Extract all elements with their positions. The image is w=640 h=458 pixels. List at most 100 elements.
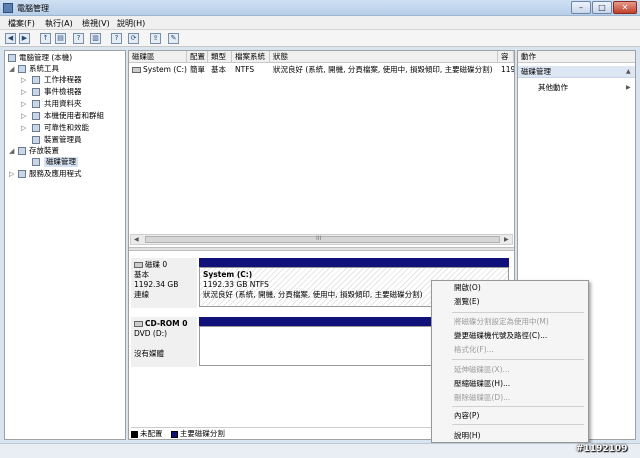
window-title: 電腦管理 [17,4,49,13]
tree-item-shared-folders[interactable]: 共用資料夾 [44,99,82,109]
forward-icon[interactable]: ▶ [19,33,30,44]
menu-item-explore[interactable]: 瀏覽(E) [454,297,480,307]
expand-icon[interactable]: ▷ [21,75,26,85]
menu-item-open[interactable]: 開啟(O) [454,283,481,293]
cdrom-drive: DVD (D:) [134,329,168,338]
back-icon[interactable]: ◀ [5,33,16,44]
column-capacity[interactable]: 容 [498,51,514,63]
settings-icon[interactable]: ✎ [168,33,179,44]
clock-icon [32,76,40,84]
expand-icon[interactable]: ▷ [21,99,26,109]
cdrom-label[interactable]: CD-ROM 0 DVD (D:) 沒有媒體 [131,317,197,367]
menu-item-extend[interactable]: 延伸磁碟區(X)... [454,365,510,375]
menu-item-format[interactable]: 格式化(F)... [454,345,494,355]
menu-separator [452,424,584,425]
actions-section-label: 磁碟管理 [521,67,551,76]
pane-splitter[interactable] [129,247,514,251]
tree-item-services[interactable]: 服務及應用程式 [29,169,82,179]
disk-0-label[interactable]: 磁碟 0 基本 1192.34 GB 連線 [131,258,197,308]
close-button[interactable]: ✕ [613,1,637,14]
tree-item-task-scheduler[interactable]: 工作排程器 [44,75,82,85]
tree-item-reliability[interactable]: 可靠性和效能 [44,123,89,133]
show-hide-tree-icon[interactable]: ▤ [55,33,66,44]
event-viewer-icon [32,88,40,96]
cd-drive-icon [134,321,143,327]
expand-icon[interactable]: ▷ [21,123,26,133]
tree-item-device-manager[interactable]: 裝置管理員 [44,135,82,145]
performance-icon [32,124,40,132]
menu-item-shrink[interactable]: 壓縮磁碟區(H)... [454,379,510,389]
menu-file[interactable]: 檔案(F) [8,18,35,29]
refresh-icon[interactable]: ⟳ [128,33,139,44]
tree-item-system-tools[interactable]: 系統工具 [29,64,59,74]
shared-folder-icon [32,100,40,108]
status-cell: 狀況良好 (系統, 開機, 分頁檔案, 使用中, 損毀傾印, 主要磁碟分割) [273,65,493,74]
disk-0-name: 磁碟 0 [145,260,168,269]
menu-item-properties[interactable]: 內容(P) [454,411,479,421]
help-topic-icon[interactable]: ? [111,33,122,44]
column-status[interactable]: 狀態 [270,51,498,63]
scroll-right-icon[interactable]: ▶ [504,235,509,244]
scrollbar-thumb[interactable]: III [145,235,500,243]
collapse-section-icon[interactable]: ▲ [626,66,631,78]
menu-separator [452,359,584,360]
export-icon[interactable]: ⇪ [150,33,161,44]
actions-section-disk-management[interactable]: 磁碟管理 ▲ [518,66,635,78]
primary-swatch [170,430,178,438]
computer-icon [8,54,16,62]
column-type[interactable]: 類型 [208,51,232,63]
tree-item-local-users[interactable]: 本機使用者和群組 [44,111,104,121]
column-volume[interactable]: 磁碟區 [129,51,187,63]
scroll-left-icon[interactable]: ◀ [134,235,139,244]
menu-view[interactable]: 檢視(V) [82,18,110,29]
column-file-system[interactable]: 檔案系統 [232,51,270,63]
properties-icon[interactable]: ▥ [90,33,101,44]
toolbar: ◀ ▶ ↑ ▤ ? ▥ ? ⟳ ⇪ ✎ [0,30,640,47]
users-icon [32,112,40,120]
disk-management-icon [32,158,40,166]
cdrom-name: CD-ROM 0 [145,319,188,328]
menu-item-help[interactable]: 說明(H) [454,431,481,441]
expand-icon[interactable]: ▷ [9,169,14,179]
disk-0-name-row: 磁碟 0 [134,260,194,270]
menu-help[interactable]: 說明(H) [117,18,145,29]
storage-icon [18,147,26,155]
help-icon[interactable]: ? [73,33,84,44]
partition-name: System (C:) [203,270,253,279]
hard-disk-icon [134,262,143,268]
tree-item-disk-management[interactable]: 磁碟管理 [44,157,78,167]
legend-unallocated: 未配置 [140,429,163,438]
minimize-button[interactable]: – [571,1,591,14]
menu-separator [452,312,584,313]
menu-item-change-letter[interactable]: 變更磁碟機代號及路徑(C)... [454,331,547,341]
tree-item-storage[interactable]: 存放裝置 [29,146,59,156]
tree-item-event-viewer[interactable]: 事件檢視器 [44,87,82,97]
unallocated-swatch [131,430,138,438]
up-icon[interactable]: ↑ [40,33,51,44]
volume-name-cell: System (C:) [129,64,187,75]
menu-bar: 檔案(F) 執行(A) 檢視(V) 說明(H) [0,16,640,30]
disk-0-type: 基本 [134,270,149,279]
maximize-button[interactable]: □ [592,1,612,14]
volume-list-header: 磁碟區 配置 類型 檔案系統 狀態 容 [129,51,514,63]
collapse-icon[interactable]: ◢ [9,146,14,156]
expand-icon[interactable]: ▷ [21,87,26,97]
primary-partition-bar [199,258,509,267]
tree-item-root[interactable]: 電腦管理 (本機) [19,53,72,63]
type-cell: 基本 [211,65,226,74]
volume-icon [132,67,141,73]
more-actions-arrow-icon[interactable]: ▶ [626,84,631,91]
context-menu: 開啟(O) 瀏覽(E) 將磁碟分割設定為使用中(M) 變更磁碟機代號及路徑(C)… [431,280,589,443]
legend-primary: 主要磁碟分割 [179,429,225,438]
capacity-cell: 119 [501,65,514,74]
column-layout[interactable]: 配置 [187,51,208,63]
collapse-icon[interactable]: ◢ [9,64,14,74]
menu-item-delete[interactable]: 刪除磁碟區(D)... [454,393,510,403]
more-actions[interactable]: 其他動作 [538,83,568,93]
menu-item-mark-active[interactable]: 將磁碟分割設定為使用中(M) [454,317,549,327]
expand-icon[interactable]: ▷ [21,111,26,121]
menu-action[interactable]: 執行(A) [45,18,73,29]
table-row[interactable]: System (C:) 簡單 基本 NTFS 狀況良好 (系統, 開機, 分頁檔… [129,64,514,75]
horizontal-scrollbar[interactable]: ◀ III ▶ [130,234,513,245]
cdrom-name-row: CD-ROM 0 [134,319,194,329]
